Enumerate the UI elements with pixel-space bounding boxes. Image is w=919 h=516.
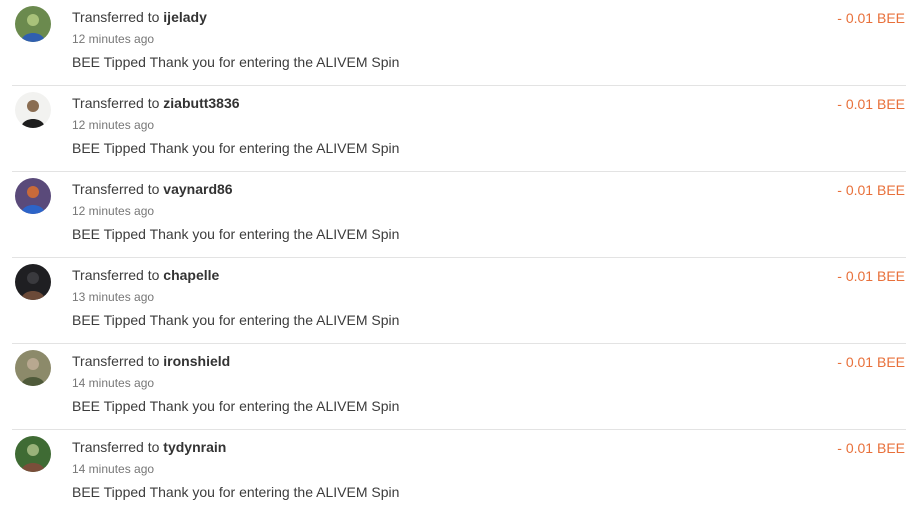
transfer-memo: BEE Tipped Thank you for entering the AL… xyxy=(72,484,400,500)
transfer-title: Transferred to ironshield xyxy=(72,353,230,369)
transfer-row: Transferred to ziabutt3836 12 minutes ag… xyxy=(0,86,919,172)
transfer-prefix: Transferred to xyxy=(72,267,160,283)
transfer-memo: BEE Tipped Thank you for entering the AL… xyxy=(72,140,400,156)
transfer-amount: - 0.01 BEE xyxy=(837,440,905,456)
transfer-title: Transferred to ijelady xyxy=(72,9,207,25)
transfer-memo: BEE Tipped Thank you for entering the AL… xyxy=(72,54,400,70)
user-avatar[interactable] xyxy=(15,436,51,472)
transfer-amount: - 0.01 BEE xyxy=(837,10,905,26)
recipient-username[interactable]: tydynrain xyxy=(163,439,226,455)
transfer-amount: - 0.01 BEE xyxy=(837,182,905,198)
transfer-prefix: Transferred to xyxy=(72,439,160,455)
user-avatar[interactable] xyxy=(15,6,51,42)
transfer-prefix: Transferred to xyxy=(72,353,160,369)
transfer-amount: - 0.01 BEE xyxy=(837,96,905,112)
transfer-time: 14 minutes ago xyxy=(72,376,155,390)
transfer-prefix: Transferred to xyxy=(72,181,160,197)
recipient-username[interactable]: chapelle xyxy=(163,267,219,283)
transfer-title: Transferred to chapelle xyxy=(72,267,219,283)
transfer-title: Transferred to vaynard86 xyxy=(72,181,233,197)
transfer-time: 13 minutes ago xyxy=(72,290,155,304)
transfer-amount: - 0.01 BEE xyxy=(837,268,905,284)
transfer-time: 14 minutes ago xyxy=(72,462,155,476)
user-avatar[interactable] xyxy=(15,178,51,214)
transfer-memo: BEE Tipped Thank you for entering the AL… xyxy=(72,312,400,328)
transfer-row: Transferred to tydynrain 14 minutes ago … xyxy=(0,430,919,516)
transfer-list: Transferred to ijelady 12 minutes ago BE… xyxy=(0,0,919,514)
transfer-prefix: Transferred to xyxy=(72,9,160,25)
transfer-memo: BEE Tipped Thank you for entering the AL… xyxy=(72,226,400,242)
recipient-username[interactable]: ijelady xyxy=(163,9,207,25)
transfer-row: Transferred to vaynard86 12 minutes ago … xyxy=(0,172,919,258)
transfer-memo: BEE Tipped Thank you for entering the AL… xyxy=(72,398,400,414)
user-avatar[interactable] xyxy=(15,92,51,128)
transfer-time: 12 minutes ago xyxy=(72,204,155,218)
transfer-time: 12 minutes ago xyxy=(72,32,155,46)
transfer-prefix: Transferred to xyxy=(72,95,160,111)
transfer-amount: - 0.01 BEE xyxy=(837,354,905,370)
recipient-username[interactable]: ziabutt3836 xyxy=(163,95,239,111)
transfer-title: Transferred to ziabutt3836 xyxy=(72,95,240,111)
recipient-username[interactable]: vaynard86 xyxy=(163,181,232,197)
transfer-row: Transferred to ijelady 12 minutes ago BE… xyxy=(0,0,919,86)
transfer-time: 12 minutes ago xyxy=(72,118,155,132)
transfer-row: Transferred to chapelle 13 minutes ago B… xyxy=(0,258,919,344)
transfer-row: Transferred to ironshield 14 minutes ago… xyxy=(0,344,919,430)
user-avatar[interactable] xyxy=(15,350,51,386)
transfer-title: Transferred to tydynrain xyxy=(72,439,226,455)
user-avatar[interactable] xyxy=(15,264,51,300)
recipient-username[interactable]: ironshield xyxy=(163,353,230,369)
